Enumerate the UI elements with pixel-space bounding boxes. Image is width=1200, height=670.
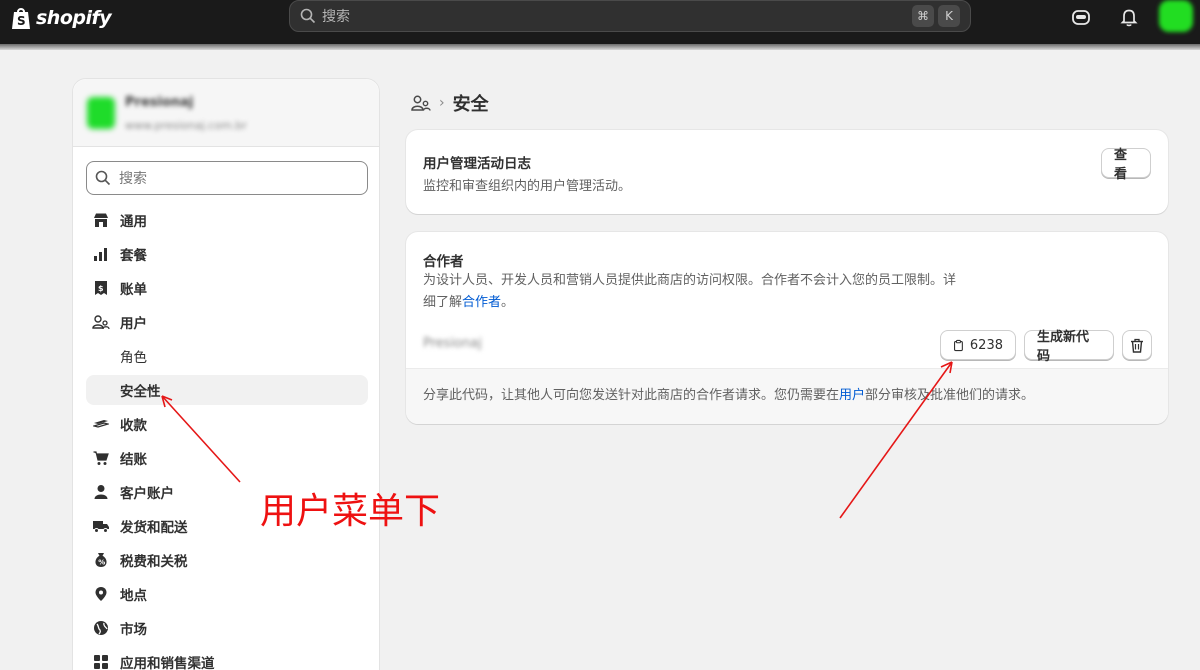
- annotation-note: 用户菜单下: [260, 491, 441, 532]
- arrow-to-code-button: [839, 361, 953, 519]
- annotation-arrows: [161, 361, 953, 519]
- arrow-to-security-item: [161, 395, 241, 483]
